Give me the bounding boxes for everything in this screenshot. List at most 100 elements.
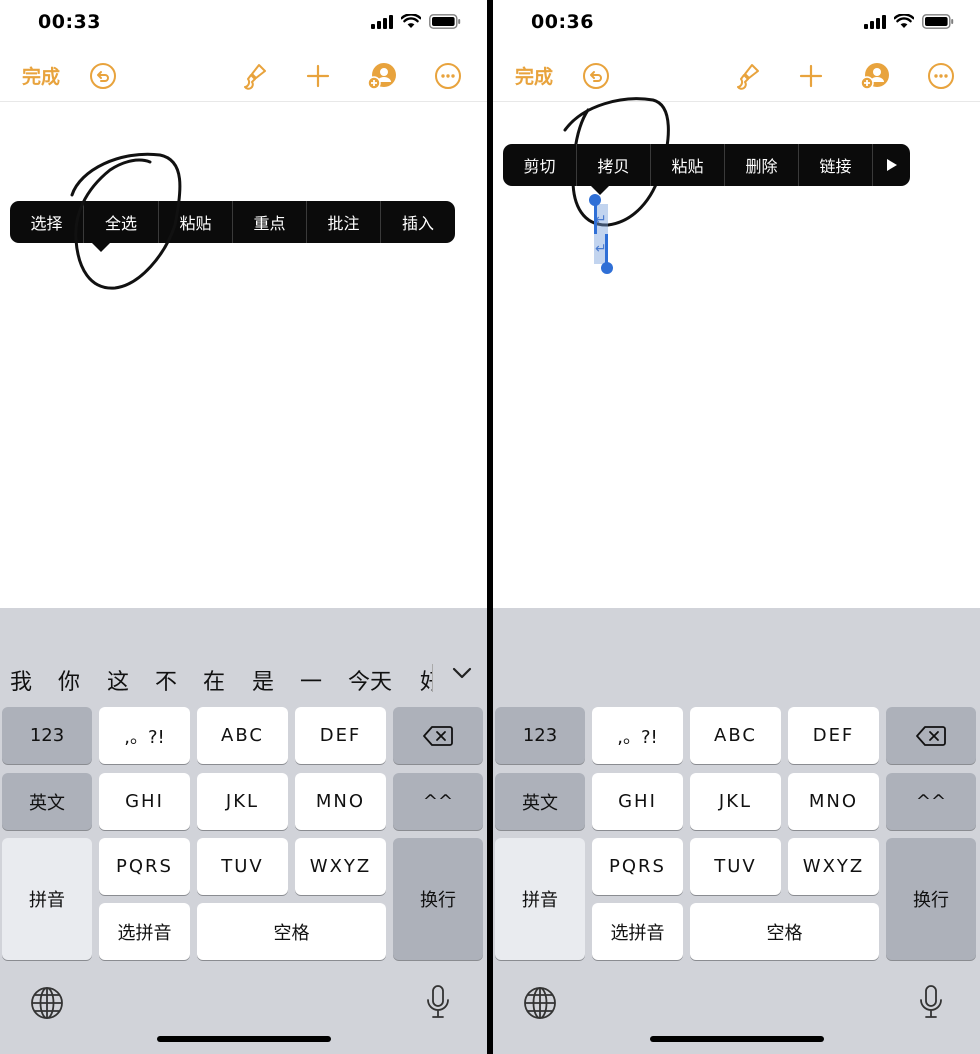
selection-start-line	[594, 204, 597, 234]
candidate-item[interactable]: 你	[58, 664, 80, 696]
key-return[interactable]: 换行	[886, 838, 976, 960]
key-tuv[interactable]: TUV	[197, 838, 288, 895]
undo-icon[interactable]	[87, 60, 119, 92]
key-123[interactable]: 123	[2, 707, 92, 764]
done-button[interactable]: 完成	[515, 62, 553, 89]
phone-screen-right: 00:36 完成 剪切 拷贝 粘贴 删除 链接 ↵ ↵ 123 ,。?! ABC…	[493, 0, 980, 1054]
key-return[interactable]: 换行	[393, 838, 483, 960]
key-def[interactable]: DEF	[788, 707, 879, 764]
microphone-icon[interactable]	[425, 984, 451, 1024]
key-english[interactable]: 英文	[495, 773, 585, 830]
menu-item-cut[interactable]: 剪切	[503, 144, 577, 186]
battery-icon	[922, 14, 954, 29]
key-punctuation[interactable]: ,。?!	[99, 707, 190, 764]
keyboard: 123 ,。?! ABC DEF 英文 GHI JKL MNO ^^ 拼音 PQ…	[493, 608, 980, 1054]
menu-item-insert[interactable]: 插入	[381, 201, 455, 243]
menu-item-select[interactable]: 选择	[10, 201, 84, 243]
delete-key[interactable]	[393, 707, 483, 764]
key-pqrs[interactable]: PQRS	[592, 838, 683, 895]
key-abc[interactable]: ABC	[690, 707, 781, 764]
key-emoji[interactable]: ^^	[393, 773, 483, 830]
candidate-divider	[432, 664, 433, 692]
plus-icon[interactable]	[795, 60, 827, 92]
undo-icon[interactable]	[580, 60, 612, 92]
menu-item-select-all[interactable]: 全选	[84, 201, 159, 243]
key-emoji[interactable]: ^^	[886, 773, 976, 830]
key-english[interactable]: 英文	[2, 773, 92, 830]
key-mno[interactable]: MNO	[295, 773, 386, 830]
battery-icon	[429, 14, 461, 29]
more-icon[interactable]	[432, 60, 464, 92]
key-ghi[interactable]: GHI	[592, 773, 683, 830]
paintbrush-icon[interactable]	[238, 60, 270, 92]
key-space[interactable]: 空格	[690, 903, 879, 960]
menu-item-link[interactable]: 链接	[799, 144, 873, 186]
microphone-icon[interactable]	[918, 984, 944, 1024]
status-icons	[864, 14, 954, 29]
wifi-icon	[894, 14, 914, 28]
delete-key-icon	[916, 725, 946, 746]
phone-screen-left: 00:33 完成 选择 全选 粘贴 重点 批注 插入 我 你 这 不 在 是 一…	[0, 0, 487, 1054]
collaborate-icon[interactable]	[859, 60, 891, 92]
cellular-signal-icon	[864, 14, 886, 29]
delete-key[interactable]	[886, 707, 976, 764]
context-menu-pointer	[91, 242, 111, 252]
key-ghi[interactable]: GHI	[99, 773, 190, 830]
key-pinyin[interactable]: 拼音	[2, 838, 92, 960]
menu-item-paste[interactable]: 粘贴	[159, 201, 233, 243]
key-abc[interactable]: ABC	[197, 707, 288, 764]
key-123[interactable]: 123	[495, 707, 585, 764]
globe-icon[interactable]	[523, 986, 557, 1024]
status-bar: 00:33	[0, 0, 487, 48]
hand-drawn-circle	[70, 152, 182, 290]
done-button[interactable]: 完成	[22, 62, 60, 89]
candidate-item[interactable]: 今天	[348, 664, 392, 696]
wifi-icon	[401, 14, 421, 28]
key-space[interactable]: 空格	[197, 903, 386, 960]
key-select-pinyin[interactable]: 选拼音	[592, 903, 683, 960]
menu-item-delete[interactable]: 删除	[725, 144, 799, 186]
key-tuv[interactable]: TUV	[690, 838, 781, 895]
home-indicator[interactable]	[649, 1036, 824, 1042]
key-jkl[interactable]: JKL	[690, 773, 781, 830]
key-def[interactable]: DEF	[295, 707, 386, 764]
play-more-icon	[886, 159, 897, 171]
more-icon[interactable]	[925, 60, 957, 92]
collaborate-icon[interactable]	[366, 60, 398, 92]
context-menu: 剪切 拷贝 粘贴 删除 链接	[503, 144, 910, 186]
candidate-item[interactable]: 是	[252, 664, 274, 696]
candidate-bar: 我 你 这 不 在 是 一 今天 好	[0, 654, 487, 702]
key-wxyz[interactable]: WXYZ	[788, 838, 879, 895]
candidate-item[interactable]: 这	[107, 664, 129, 696]
menu-item-highlight[interactable]: 重点	[233, 201, 307, 243]
key-pinyin[interactable]: 拼音	[495, 838, 585, 960]
menu-item-copy[interactable]: 拷贝	[577, 144, 651, 186]
cellular-signal-icon	[371, 14, 393, 29]
key-pqrs[interactable]: PQRS	[99, 838, 190, 895]
plus-icon[interactable]	[302, 60, 334, 92]
menu-item-paste[interactable]: 粘贴	[651, 144, 725, 186]
toolbar: 完成	[0, 50, 487, 102]
key-jkl[interactable]: JKL	[197, 773, 288, 830]
selection-start-handle[interactable]	[589, 194, 601, 206]
candidate-item[interactable]: 一	[300, 664, 322, 696]
selection-end-handle[interactable]	[601, 262, 613, 274]
key-wxyz[interactable]: WXYZ	[295, 838, 386, 895]
selection-end-line	[605, 234, 608, 264]
menu-more-button[interactable]	[873, 144, 910, 186]
paintbrush-icon[interactable]	[731, 60, 763, 92]
candidate-item[interactable]: 不	[155, 664, 177, 696]
key-punctuation[interactable]: ,。?!	[592, 707, 683, 764]
globe-icon[interactable]	[30, 986, 64, 1024]
status-bar: 00:36	[493, 0, 980, 48]
chevron-down-icon[interactable]	[451, 662, 473, 688]
candidate-item[interactable]: 我	[10, 664, 32, 696]
key-select-pinyin[interactable]: 选拼音	[99, 903, 190, 960]
status-time: 00:33	[38, 11, 101, 33]
keyboard: 我 你 这 不 在 是 一 今天 好 123 ,。?! ABC DEF 英文 G…	[0, 608, 487, 1054]
context-menu: 选择 全选 粘贴 重点 批注 插入	[10, 201, 455, 243]
candidate-item[interactable]: 在	[203, 664, 225, 696]
home-indicator[interactable]	[156, 1036, 331, 1042]
key-mno[interactable]: MNO	[788, 773, 879, 830]
menu-item-comment[interactable]: 批注	[307, 201, 381, 243]
